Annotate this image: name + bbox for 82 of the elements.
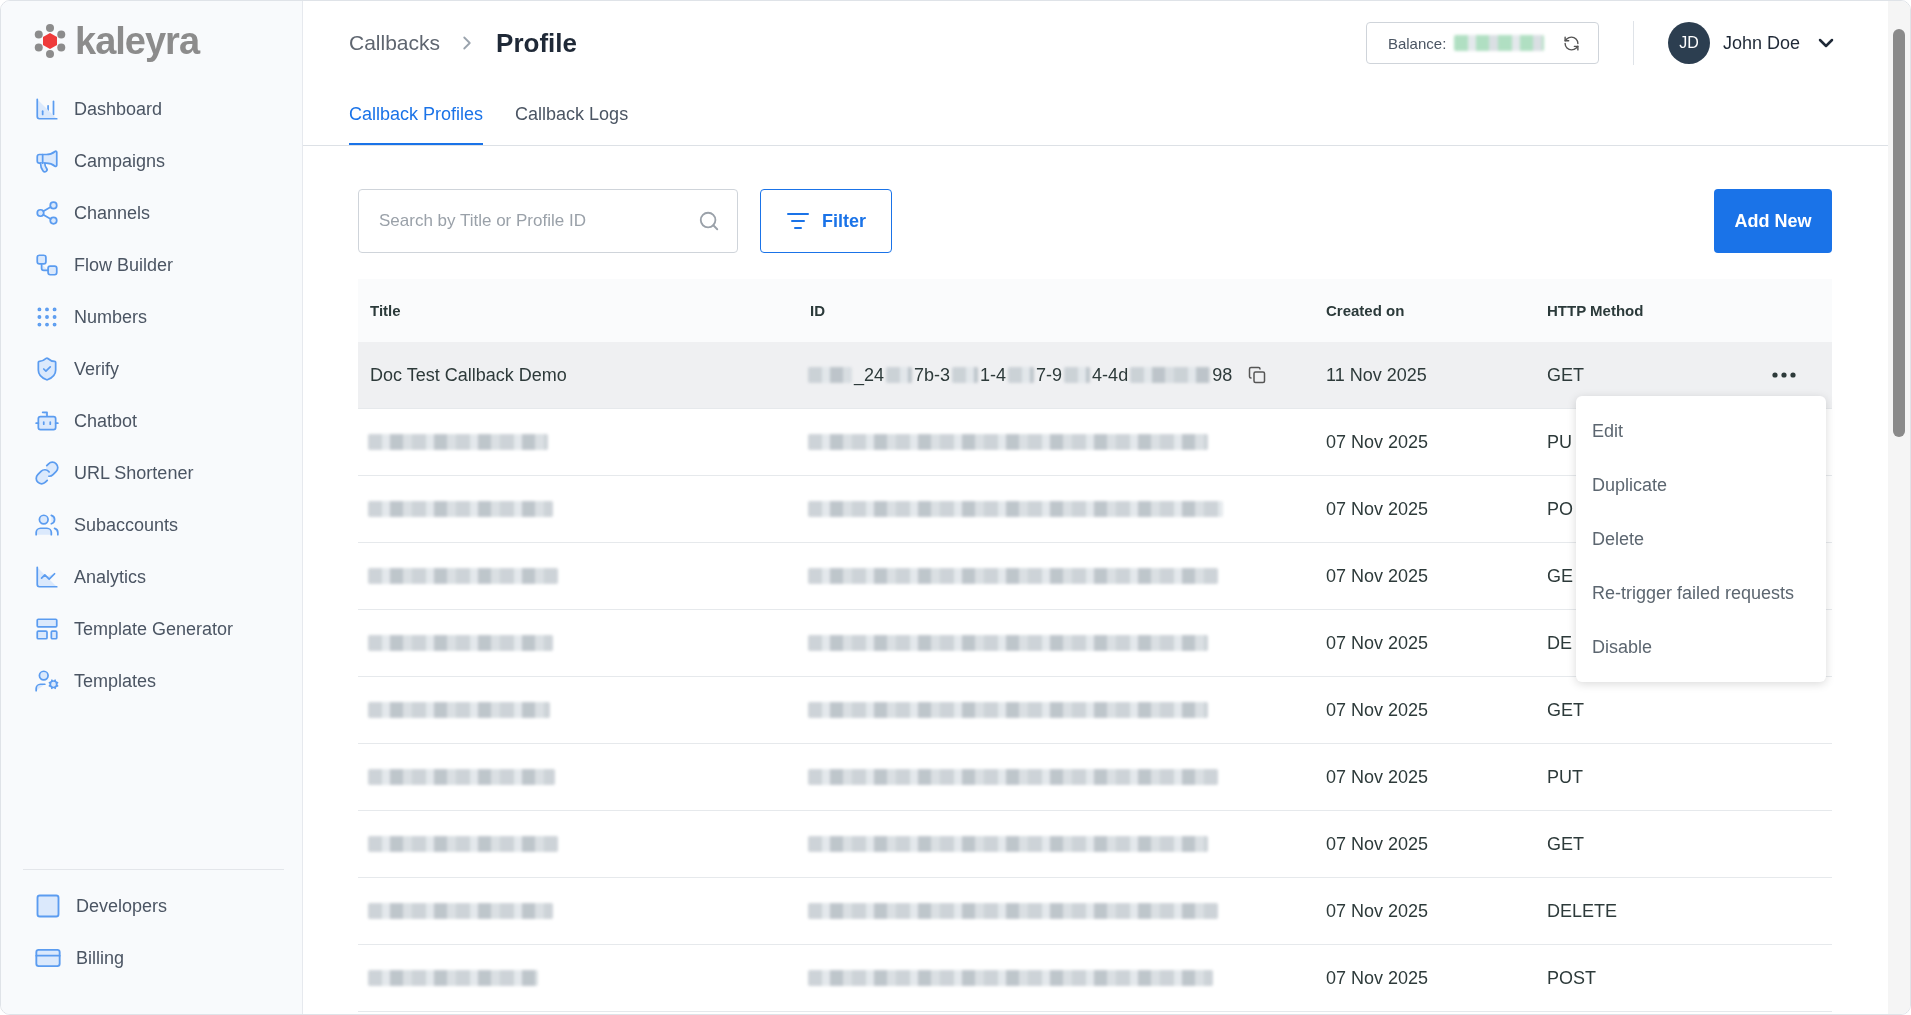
sidebar-item[interactable]: Verify <box>1 343 302 395</box>
nav-icon <box>34 512 60 538</box>
menu-item[interactable]: Disable <box>1576 620 1826 674</box>
add-new-button[interactable]: Add New <box>1714 189 1832 253</box>
id-fragment: _24 <box>854 364 885 386</box>
table-cell: GE <box>1547 565 1573 587</box>
table-cell: Doc Test Callback Demo <box>370 364 567 386</box>
table-cell: PUT <box>1547 766 1583 788</box>
logo-text: kaleyra <box>75 19 199 63</box>
nav-icon <box>34 252 60 278</box>
refresh-icon[interactable] <box>1562 34 1580 52</box>
table-row[interactable]: Doc Test Callback Demo _24 7b-3 1-4 7-9 4-4d 98 11 Nov 2025 GET <box>358 342 1832 409</box>
table-cell: 07 Nov 2025 <box>1326 632 1429 654</box>
id-fragment: 4-4d <box>1092 364 1129 386</box>
logo-icon <box>33 23 67 59</box>
table-cell: 07 Nov 2025 <box>1326 565 1429 587</box>
scrollbar[interactable] <box>1888 1 1910 1014</box>
page-title: Profile <box>496 27 577 59</box>
sidebar-item[interactable]: Numbers <box>1 291 302 343</box>
search-field[interactable]: Search by Title or Profile ID <box>358 189 738 253</box>
sidebar-item[interactable]: Campaigns <box>1 135 302 187</box>
sidebar-item[interactable]: Subaccounts <box>1 499 302 551</box>
nav-icon <box>34 200 60 226</box>
table-cell: 07 Nov 2025 <box>1326 833 1429 855</box>
sidebar-item[interactable]: Analytics <box>1 551 302 603</box>
user-name: John Doe <box>1722 32 1800 54</box>
sidebar-item[interactable]: Billing <box>1 932 302 984</box>
id-fragment: 98 <box>1212 364 1233 386</box>
filter-button[interactable]: Filter <box>760 189 892 253</box>
nav-icon <box>34 668 60 694</box>
id-fragment: 7-9 <box>1036 364 1063 386</box>
column-header: Created on <box>1325 302 1406 319</box>
sidebar-item[interactable]: Developers <box>1 880 302 932</box>
table-cell: 07 Nov 2025 <box>1326 431 1429 453</box>
column-header: ID <box>809 302 826 319</box>
nav-icon <box>34 148 60 174</box>
copy-icon[interactable] <box>1248 366 1267 384</box>
id-fragment: 1-4 <box>980 364 1007 386</box>
nav-icon <box>34 96 60 122</box>
table-cell: 07 Nov 2025 <box>1326 766 1429 788</box>
sidebar-item[interactable]: Flow Builder <box>1 239 302 291</box>
nav-icon <box>34 460 60 486</box>
sidebar-item[interactable]: Dashboard <box>1 83 302 135</box>
sidebar-item[interactable]: URL Shortener <box>1 447 302 499</box>
nav-icon <box>34 408 60 434</box>
search-icon <box>698 210 720 232</box>
redacted-text <box>808 367 852 383</box>
user-avatar[interactable]: JD <box>1667 22 1710 64</box>
more-options-button[interactable] <box>1772 372 1796 378</box>
ellipsis-icon <box>1772 372 1796 378</box>
table-cell: GET <box>1547 364 1584 386</box>
table-cell: 07 Nov 2025 <box>1326 699 1429 721</box>
table-cell: POST <box>1547 967 1596 989</box>
sidebar-item[interactable]: Template Generator <box>1 603 302 655</box>
redacted-text <box>1008 367 1035 383</box>
sidebar-item[interactable]: Channels <box>1 187 302 239</box>
table-cell: PO <box>1547 498 1573 520</box>
nav-icon <box>34 564 60 590</box>
breadcrumb-link[interactable]: Callbacks <box>349 31 441 55</box>
nav-icon <box>34 892 62 920</box>
nav-icon <box>34 616 60 642</box>
balance-label: Balance: <box>1387 34 1447 52</box>
column-header: Title <box>369 302 402 319</box>
column-header: HTTP Method <box>1546 302 1645 319</box>
redacted-text <box>886 367 913 383</box>
table-cell: 07 Nov 2025 <box>1326 498 1429 520</box>
table-cell: GET <box>1547 833 1584 855</box>
table-cell: PU <box>1547 431 1572 453</box>
sidebar-item[interactable]: Templates <box>1 655 302 707</box>
id-fragment: 7b-3 <box>914 364 951 386</box>
table-cell: 07 Nov 2025 <box>1326 900 1429 922</box>
redacted-text <box>952 367 979 383</box>
nav-icon <box>34 356 60 382</box>
tab[interactable]: Callback Logs <box>515 85 629 145</box>
table-cell: 07 Nov 2025 <box>1326 967 1429 989</box>
sidebar-item[interactable]: Chatbot <box>1 395 302 447</box>
table-cell: 11 Nov 2025 <box>1326 364 1427 386</box>
redacted-text <box>1064 367 1091 383</box>
table-cell: DE <box>1547 632 1572 654</box>
table-cell: GET <box>1547 699 1584 721</box>
tab[interactable]: Callback Profiles <box>349 85 484 145</box>
table-cell: DELETE <box>1547 900 1618 922</box>
